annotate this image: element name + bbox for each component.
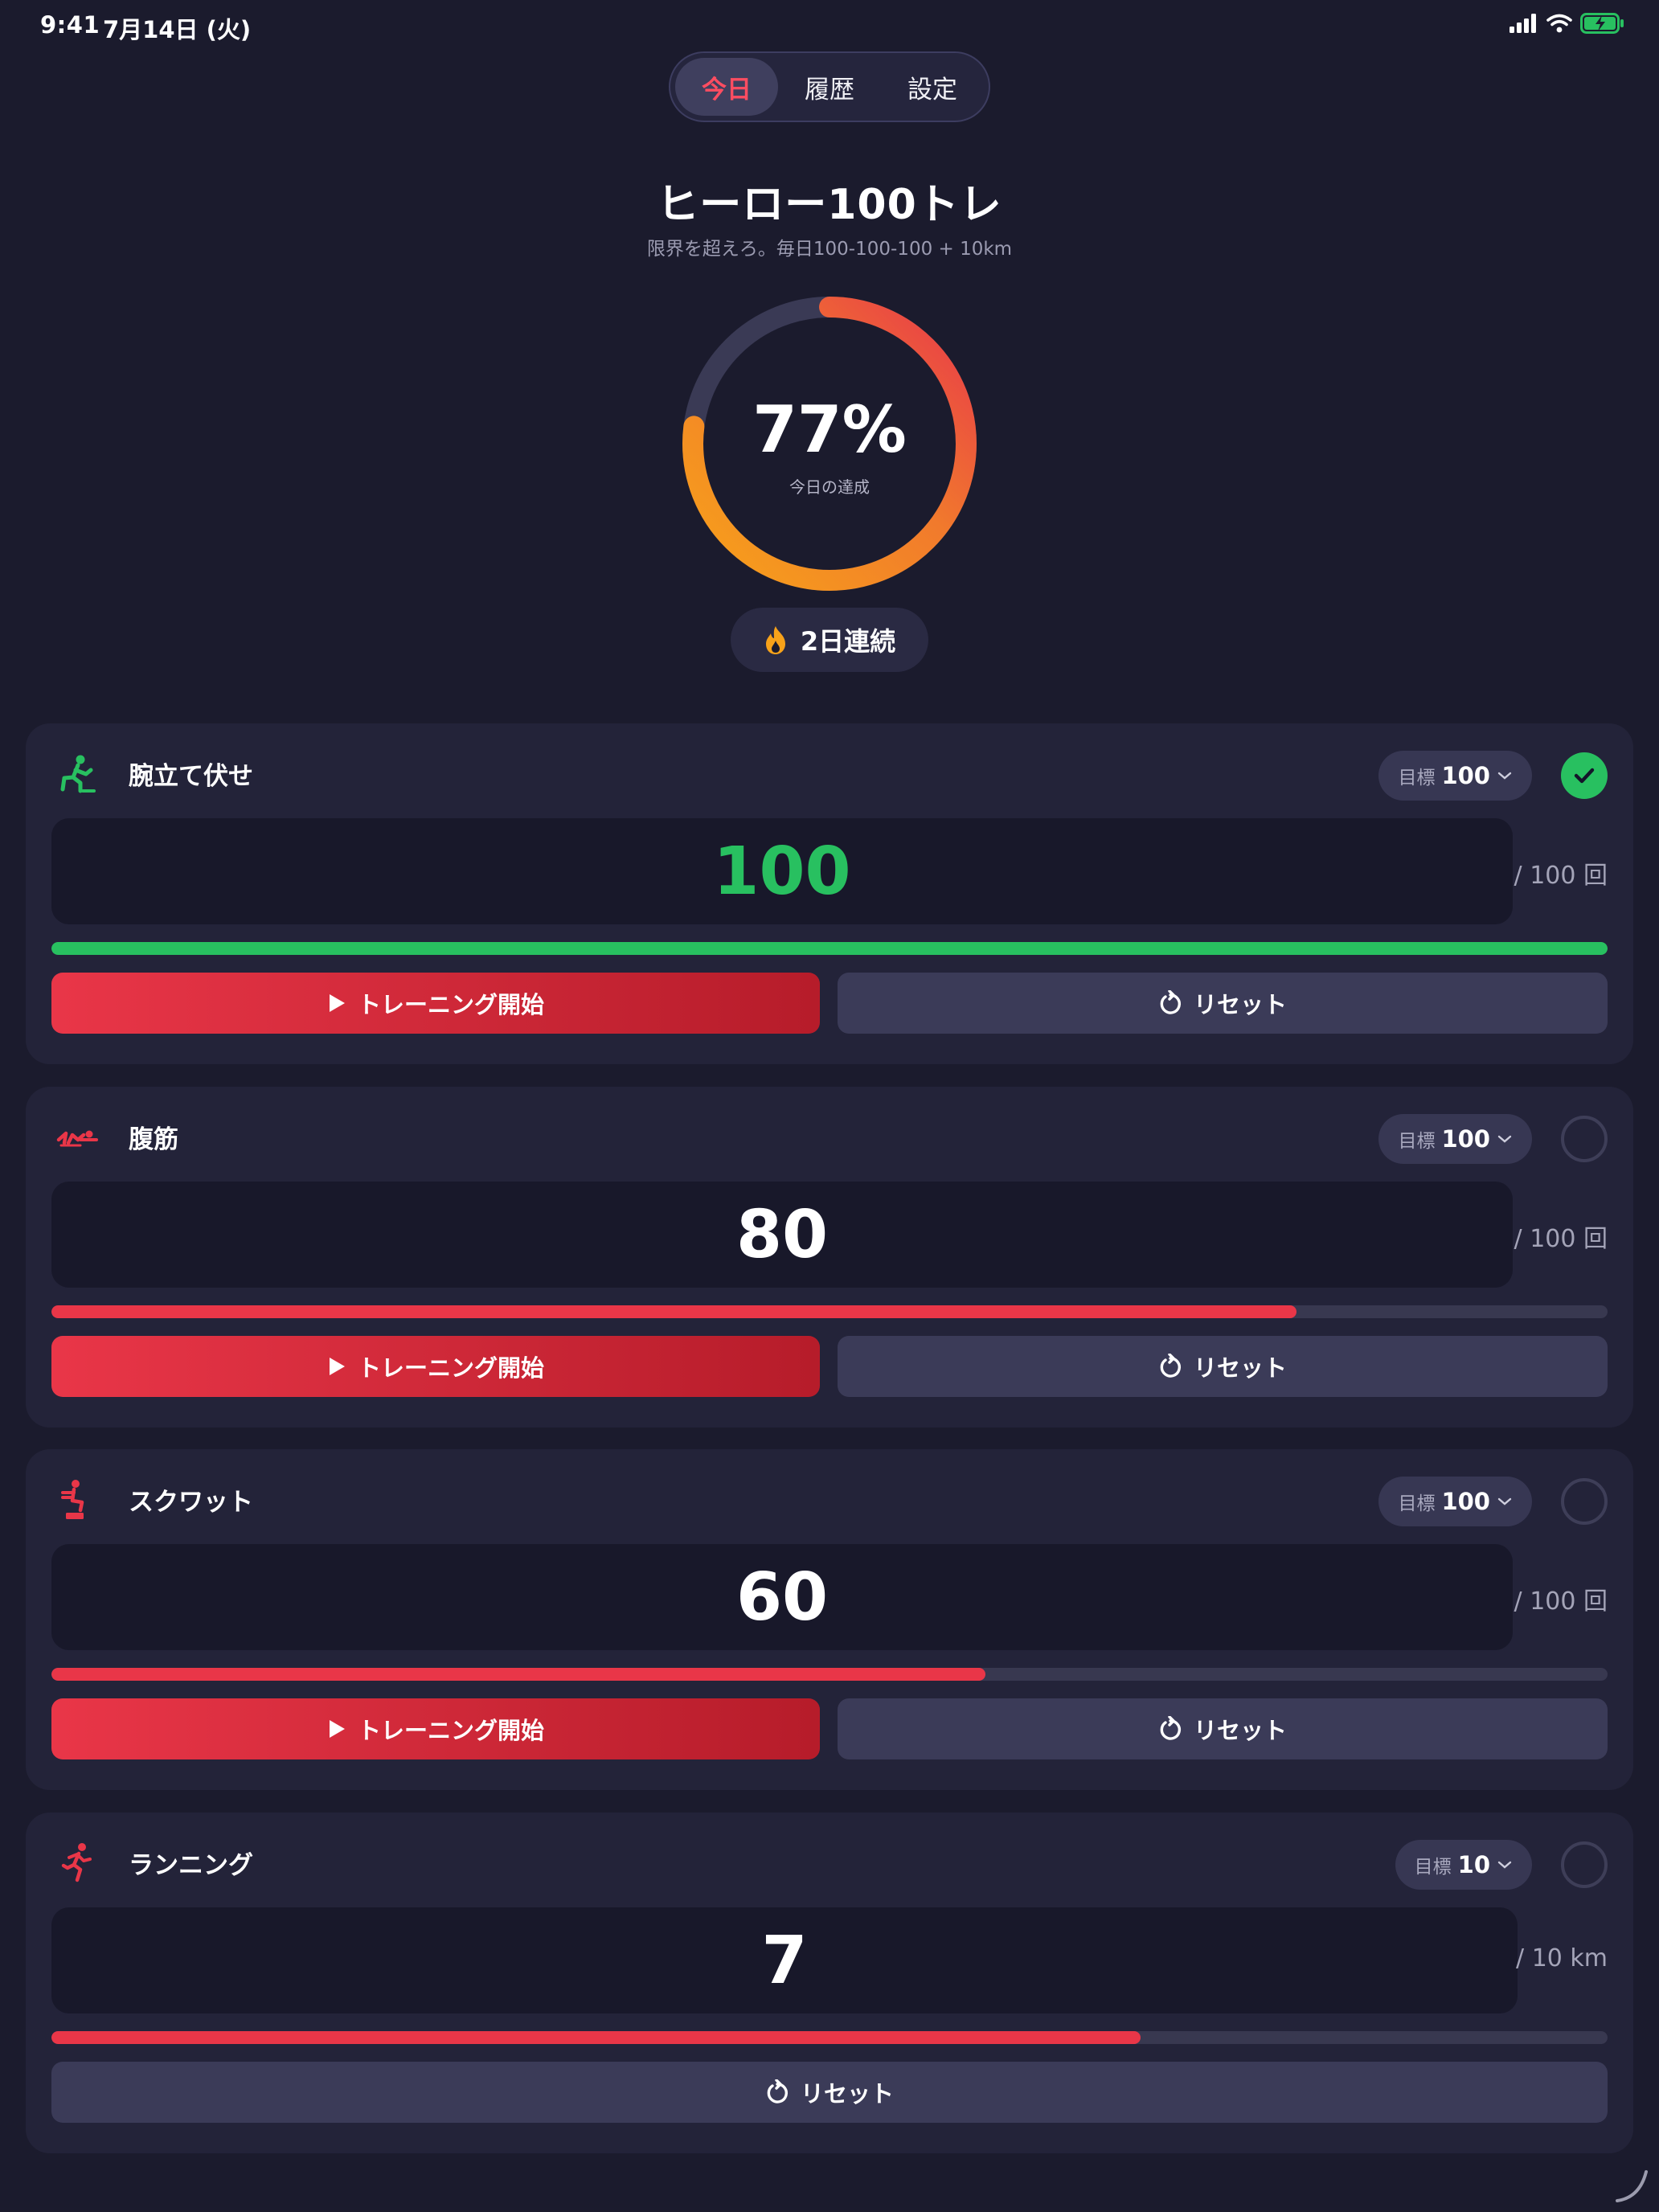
reset-button[interactable]: リセット — [838, 1336, 1608, 1397]
goal-value: 100 — [1441, 1125, 1490, 1153]
progress-ring: 77% 今日の達成 — [682, 296, 977, 592]
tab-today[interactable]: 今日 — [675, 58, 778, 116]
running-icon — [61, 1843, 92, 1882]
progress-bar-fill — [51, 1668, 985, 1681]
progress-percent: 77% — [752, 392, 907, 467]
goal-selector[interactable]: 目標 10 — [1395, 1840, 1532, 1890]
home-corner-indicator — [1616, 2170, 1648, 2202]
reset-button[interactable]: リセット — [838, 1698, 1608, 1759]
progress-bar — [51, 2031, 1608, 2044]
play-icon — [329, 994, 345, 1012]
count-unit: / 100 回 — [1514, 1225, 1608, 1253]
goal-value: 100 — [1441, 762, 1490, 789]
goal-selector[interactable]: 目標 100 — [1378, 751, 1532, 801]
goal-label: 目標 — [1398, 1131, 1436, 1152]
count-unit: / 100 回 — [1514, 1587, 1608, 1616]
start-training-label: トレーニング開始 — [357, 1354, 544, 1382]
play-icon — [329, 1358, 345, 1375]
reset-button[interactable]: リセット — [51, 2062, 1608, 2123]
completion-circle[interactable] — [1561, 1841, 1608, 1888]
count-display[interactable]: 60 — [51, 1544, 1513, 1650]
exercise-card-pushups: 腕立て伏せ 目標 100 100 / 100 回 トレーニング開始 リセット — [26, 723, 1633, 1064]
reset-icon — [767, 2079, 788, 2103]
play-icon — [329, 1720, 345, 1738]
progress-bar — [51, 1668, 1608, 1681]
completion-circle[interactable] — [1561, 1116, 1608, 1162]
status-icons — [1509, 13, 1625, 34]
start-training-button[interactable]: トレーニング開始 — [51, 1698, 820, 1759]
progress-bar-fill — [51, 2031, 1141, 2044]
battery-charging-icon — [1580, 13, 1624, 34]
status-bar: 9:41 7月14日 (火) — [0, 0, 1659, 51]
cellular-signal-icon — [1509, 14, 1536, 33]
squat-icon — [61, 1480, 84, 1519]
status-date: 7月14日 (火) — [103, 16, 252, 43]
streak-label: 2日連続 — [800, 626, 896, 657]
exercise-title: スクワット — [129, 1488, 253, 1517]
reset-button[interactable]: リセット — [838, 973, 1608, 1034]
exercise-title: 腹筋 — [129, 1125, 178, 1154]
reset-label: リセット — [1193, 1717, 1287, 1744]
count-unit: / 10 km — [1516, 1944, 1608, 1972]
reset-icon — [1160, 1716, 1181, 1740]
situp-icon — [56, 1130, 98, 1147]
progress-bar — [51, 1305, 1608, 1318]
exercise-title: ランニング — [129, 1851, 253, 1880]
streak-badge: 2日連続 — [731, 608, 928, 672]
exercise-card-running: ランニング 目標 10 7 / 10 km リセット — [26, 1813, 1633, 2153]
reset-icon — [1160, 990, 1181, 1014]
completion-circle[interactable] — [1561, 1478, 1608, 1525]
goal-selector[interactable]: 目標 100 — [1378, 1114, 1532, 1164]
wifi-icon — [1546, 14, 1572, 33]
count-display[interactable]: 80 — [51, 1182, 1513, 1288]
reset-icon — [1160, 1354, 1181, 1378]
goal-value: 10 — [1457, 1851, 1490, 1878]
exercise-title: 腕立て伏せ — [129, 762, 253, 791]
goal-label: 目標 — [1414, 1857, 1452, 1878]
count-unit: / 100 回 — [1514, 862, 1608, 890]
completed-checkmark[interactable] — [1561, 752, 1608, 799]
start-training-button[interactable]: トレーニング開始 — [51, 1336, 820, 1397]
app-subtitle: 限界を超えろ。毎日100-100-100 + 10km — [646, 239, 1013, 260]
exercise-card-squats: スクワット 目標 100 60 / 100 回 トレーニング開始 リセット — [26, 1449, 1633, 1790]
progress-caption: 今日の達成 — [789, 477, 870, 497]
pushup-icon — [60, 755, 96, 793]
start-training-label: トレーニング開始 — [357, 991, 544, 1018]
goal-selector[interactable]: 目標 100 — [1378, 1477, 1532, 1526]
goal-label: 目標 — [1398, 768, 1436, 789]
today-screen: 9:41 7月14日 (火) 今日 履歴 設定 ヒーロー100トレ 限界を超えろ… — [0, 0, 1659, 2212]
goal-label: 目標 — [1398, 1493, 1436, 1514]
reset-label: リセット — [1193, 1354, 1287, 1382]
goal-value: 100 — [1441, 1488, 1490, 1515]
tab-settings[interactable]: 設定 — [881, 58, 984, 116]
start-training-button[interactable]: トレーニング開始 — [51, 973, 820, 1034]
segmented-tabs: 今日 履歴 設定 — [669, 51, 990, 122]
chevron-down-icon — [1497, 772, 1512, 780]
start-training-label: トレーニング開始 — [357, 1717, 544, 1744]
chevron-down-icon — [1497, 1135, 1512, 1143]
reset-label: リセット — [800, 2080, 894, 2108]
reset-label: リセット — [1193, 991, 1287, 1018]
checkmark-icon — [1574, 768, 1595, 784]
count-display[interactable]: 100 — [51, 818, 1513, 924]
chevron-down-icon — [1497, 1497, 1512, 1505]
chevron-down-icon — [1497, 1861, 1512, 1869]
progress-bar-fill — [51, 1305, 1296, 1318]
count-display[interactable]: 7 — [51, 1907, 1518, 2013]
flame-icon — [765, 626, 785, 654]
progress-bar — [51, 942, 1608, 955]
status-time: 9:41 — [40, 11, 100, 39]
progress-bar-fill — [51, 942, 1608, 955]
exercise-card-situps: 腹筋 目標 100 80 / 100 回 トレーニング開始 リセット — [26, 1087, 1633, 1428]
app-title: ヒーロー100トレ — [657, 181, 1002, 229]
tab-history[interactable]: 履歴 — [778, 58, 881, 116]
